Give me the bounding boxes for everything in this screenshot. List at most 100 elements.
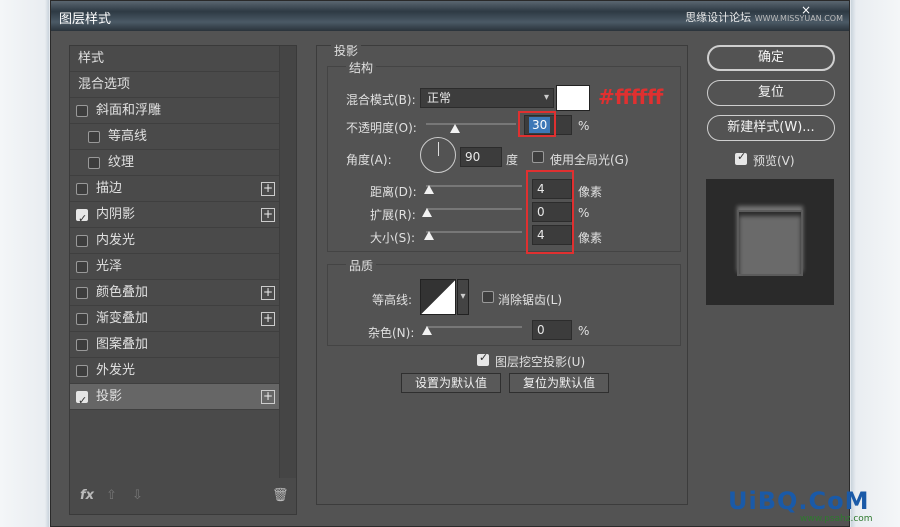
distance-label: 距离(D): xyxy=(370,185,417,199)
add-icon[interactable]: + xyxy=(261,390,275,404)
style-checkbox[interactable] xyxy=(76,313,88,325)
style-checkbox[interactable] xyxy=(76,287,88,299)
preview-label: 预览(V) xyxy=(753,154,795,168)
distance-unit: 像素 xyxy=(578,185,603,199)
style-item-label: 等高线 xyxy=(108,129,148,144)
drop-shadow-panel: 投影 结构 混合模式(B): 正常 ▾ #ffffff 不透明度(O): 30 %… xyxy=(316,42,688,505)
styles-panel: 样式 混合选项 斜面和浮雕等高线纹理描边 + 内阴影 + 内发光光泽颜色叠加 + 渐变叠加 +… xyxy=(69,45,297,515)
structure-group: 结构 混合模式(B): 正常 ▾ #ffffff 不透明度(O): 30 % 角度… xyxy=(327,59,681,254)
spread-slider-thumb[interactable] xyxy=(422,208,432,217)
style-item[interactable]: 等高线 xyxy=(70,124,280,150)
brand-watermark-url: www.psahz.com xyxy=(800,514,873,524)
site-watermark: 思缘设计论坛 WWW.MISSYUAN.COM xyxy=(685,11,843,24)
opacity-slider-track[interactable] xyxy=(426,123,516,125)
quality-group: 品质 等高线: ▾ 消除锯齿(L) 杂色(N): 0 % xyxy=(327,257,681,346)
style-item-label: 图案叠加 xyxy=(96,337,149,352)
shadow-color-swatch[interactable] xyxy=(556,85,590,111)
style-item-label: 斜面和浮雕 xyxy=(96,103,162,118)
angle-label: 角度(A): xyxy=(346,153,392,167)
noise-unit: % xyxy=(578,324,590,338)
contour-label: 等高线: xyxy=(372,293,413,307)
chevron-down-icon: ▾ xyxy=(543,92,549,103)
style-item-label: 投影 xyxy=(96,389,123,404)
style-item[interactable]: 内发光 xyxy=(70,228,280,254)
style-item-label: 描边 xyxy=(96,181,123,196)
section-title: 投影 xyxy=(331,42,362,59)
style-checkbox[interactable] xyxy=(76,388,88,414)
reset-button[interactable]: 复位 xyxy=(707,80,835,106)
angle-dial[interactable] xyxy=(420,137,456,173)
style-item[interactable]: 斜面和浮雕 xyxy=(70,98,280,124)
styles-header[interactable]: 样式 xyxy=(70,46,280,72)
color-annotation: #ffffff xyxy=(598,85,664,109)
style-item[interactable]: 内阴影 + xyxy=(70,202,280,232)
noise-slider-track[interactable] xyxy=(426,326,522,328)
style-item-label: 内阴影 xyxy=(96,207,136,222)
style-item-label: 光泽 xyxy=(96,259,123,274)
angle-input[interactable]: 90 xyxy=(460,147,502,167)
style-item[interactable]: 渐变叠加 + xyxy=(70,306,280,332)
blend-mode-select[interactable]: 正常 ▾ xyxy=(420,88,554,108)
style-item[interactable]: 描边 + xyxy=(70,176,280,202)
blend-mode-label: 混合模式(B): xyxy=(346,93,416,107)
styles-scrollbar[interactable] xyxy=(279,46,296,478)
spread-label: 扩展(R): xyxy=(370,208,416,222)
style-checkbox[interactable] xyxy=(76,365,88,377)
style-item[interactable]: 纹理 xyxy=(70,150,280,176)
chevron-down-icon[interactable]: ▾ xyxy=(457,279,469,315)
add-icon[interactable]: + xyxy=(261,286,275,300)
style-item-label: 渐变叠加 xyxy=(96,311,149,326)
size-unit: 像素 xyxy=(578,231,603,245)
style-item[interactable]: 光泽 xyxy=(70,254,280,280)
new-style-button[interactable]: 新建样式(W)... xyxy=(707,115,835,141)
style-item-label: 内发光 xyxy=(96,233,136,248)
blend-options-item[interactable]: 混合选项 xyxy=(70,72,280,98)
spread-slider-track[interactable] xyxy=(426,208,522,210)
style-checkbox[interactable] xyxy=(76,105,88,117)
reset-default-button[interactable]: 复位为默认值 xyxy=(509,373,609,393)
fx-icon[interactable]: fx xyxy=(80,488,94,503)
add-icon[interactable]: + xyxy=(261,208,275,222)
size-slider-track[interactable] xyxy=(426,231,522,233)
style-item[interactable]: 外发光 xyxy=(70,358,280,384)
global-light-checkbox[interactable] xyxy=(532,151,544,163)
contour-preview[interactable] xyxy=(420,279,456,315)
noise-input[interactable]: 0 xyxy=(532,320,572,340)
style-item-label: 颜色叠加 xyxy=(96,285,149,300)
distance-slider-track[interactable] xyxy=(426,185,522,187)
opacity-slider-thumb[interactable] xyxy=(450,124,460,133)
style-checkbox[interactable] xyxy=(76,339,88,351)
style-checkbox[interactable] xyxy=(88,157,100,169)
size-slider-thumb[interactable] xyxy=(424,231,434,240)
size-label: 大小(S): xyxy=(370,231,416,245)
opacity-unit: % xyxy=(578,119,590,133)
add-icon[interactable]: + xyxy=(261,182,275,196)
style-checkbox[interactable] xyxy=(76,183,88,195)
noise-slider-thumb[interactable] xyxy=(422,326,432,335)
anti-alias-checkbox[interactable] xyxy=(482,291,494,303)
style-item[interactable]: 图案叠加 xyxy=(70,332,280,358)
angle-unit: 度 xyxy=(506,153,519,167)
knockout-label: 图层挖空投影(U) xyxy=(495,355,586,369)
style-item[interactable]: 投影 + xyxy=(70,384,280,414)
style-item[interactable]: 颜色叠加 + xyxy=(70,280,280,306)
title-bar[interactable]: 图层样式 × 思缘设计论坛 WWW.MISSYUAN.COM xyxy=(51,1,849,31)
style-checkbox[interactable] xyxy=(76,206,88,232)
style-checkbox[interactable] xyxy=(88,131,100,143)
layer-style-dialog: 图层样式 × 思缘设计论坛 WWW.MISSYUAN.COM 样式 混合选项 斜… xyxy=(50,0,850,527)
structure-title: 结构 xyxy=(346,59,377,76)
add-icon[interactable]: + xyxy=(261,312,275,326)
preview-checkbox[interactable] xyxy=(735,150,747,165)
style-checkbox[interactable] xyxy=(76,235,88,247)
style-item-label: 纹理 xyxy=(108,155,135,170)
ok-button[interactable]: 确定 xyxy=(707,45,835,71)
styles-list: 样式 混合选项 斜面和浮雕等高线纹理描边 + 内阴影 + 内发光光泽颜色叠加 + 渐变叠加 +… xyxy=(70,46,280,414)
move-up-icon[interactable]: ⇧ xyxy=(106,488,117,503)
move-down-icon[interactable]: ⇩ xyxy=(132,488,143,503)
make-default-button[interactable]: 设置为默认值 xyxy=(401,373,501,393)
trash-icon[interactable]: 🗑 xyxy=(272,488,289,503)
knockout-checkbox[interactable] xyxy=(477,351,489,366)
brand-watermark: UiBQ.CoM xyxy=(728,487,870,515)
distance-slider-thumb[interactable] xyxy=(424,185,434,194)
style-checkbox[interactable] xyxy=(76,261,88,273)
